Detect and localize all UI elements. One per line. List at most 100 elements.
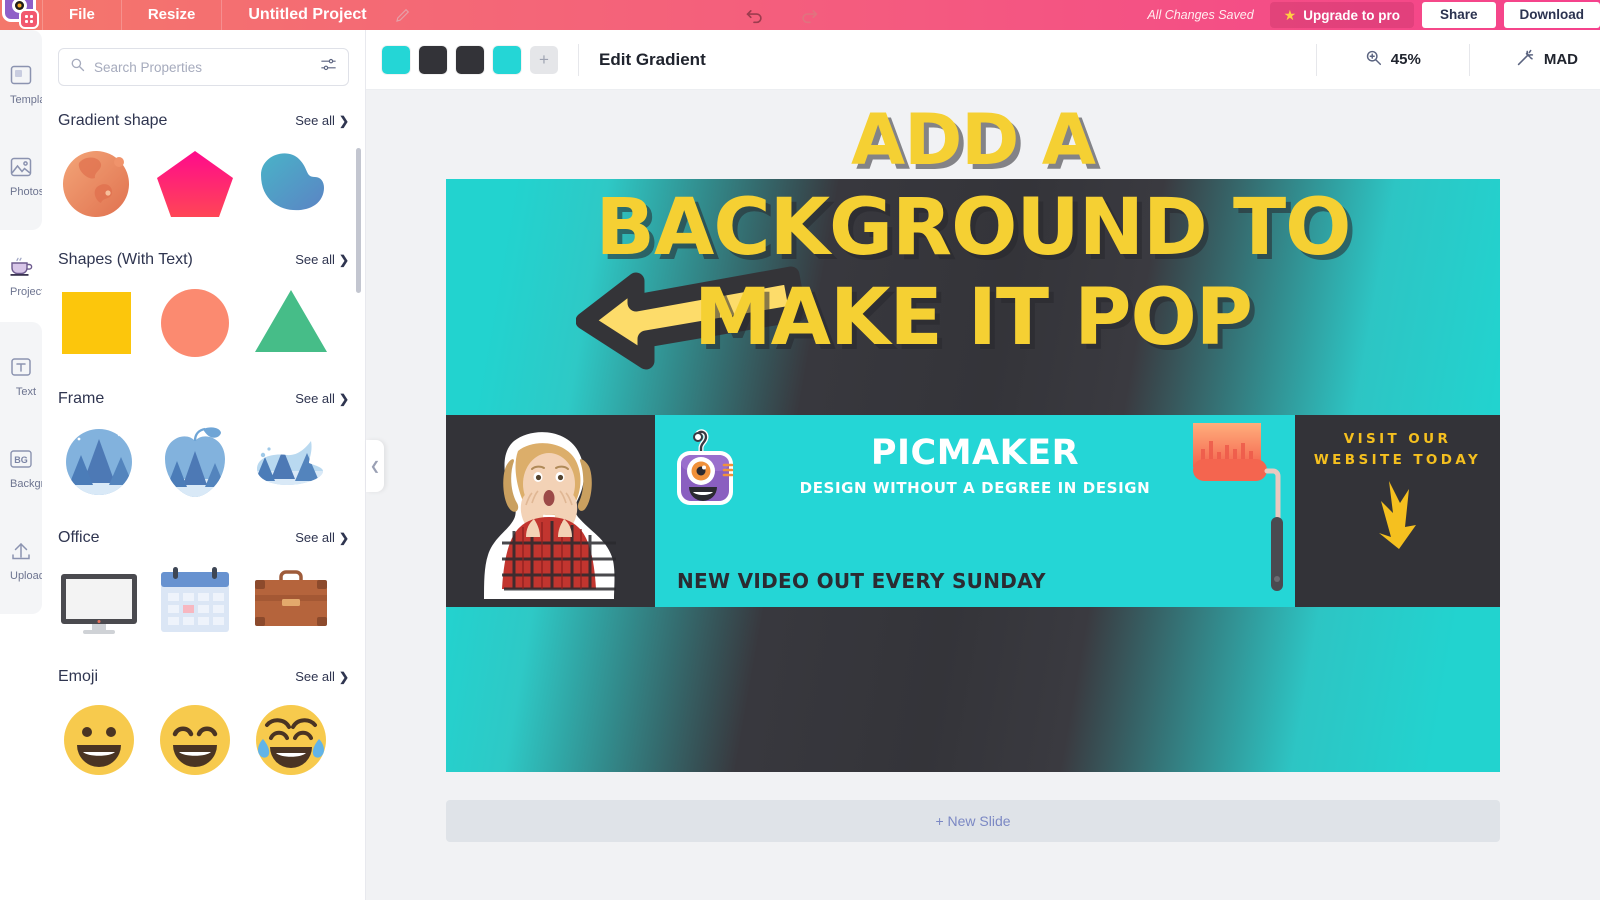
picmaker-editor-app: File Resize Untitled Project All Changes… <box>0 0 1600 900</box>
rail-item-projects[interactable]: Projects <box>0 230 42 322</box>
section-header: Shapes (With Text) See all ❯ <box>58 251 349 269</box>
chevron-right-icon: ❯ <box>338 113 349 128</box>
save-status: All Changes Saved <box>1147 8 1254 22</box>
coffee-cup-icon <box>8 255 34 279</box>
thumb-office-briefcase[interactable] <box>250 560 332 642</box>
banner-cta-panel: VISIT OUR WEBSITE TODAY <box>1295 415 1500 607</box>
see-all-label: See all <box>295 669 335 684</box>
rail-item-photos[interactable]: Photos <box>0 130 42 222</box>
rail-label-upload: Upload <box>10 569 42 582</box>
pencil-icon[interactable] <box>389 0 417 30</box>
thumb-grid <box>58 699 349 781</box>
thumb-gradient-blob-orange[interactable] <box>58 143 140 225</box>
magic-design-control[interactable]: MAD <box>1490 41 1600 79</box>
star-icon: ★ <box>1283 7 1297 23</box>
upgrade-to-pro-button[interactable]: ★ Upgrade to pro <box>1269 2 1414 28</box>
thumb-frame-whale-forest[interactable] <box>250 421 332 503</box>
section-header: Emoji See all ❯ <box>58 668 349 686</box>
rail-item-text[interactable]: Text <box>0 330 42 422</box>
rail-item-templates[interactable]: Templates <box>0 38 42 130</box>
thumb-shape-circle-salmon[interactable] <box>154 282 236 364</box>
gradient-swatch-3[interactable] <box>456 45 484 74</box>
gradient-swatch-2[interactable] <box>419 45 447 74</box>
thumb-emoji-smiling-eyes[interactable] <box>154 699 236 781</box>
section-frame: Frame See all ❯ <box>42 390 365 503</box>
editor-area: + Edit Gradient 45% MAD Slide 1 PICMAKER… <box>366 30 1600 900</box>
zoom-control[interactable]: 45% <box>1337 41 1449 79</box>
gradient-swatch-1[interactable] <box>382 45 410 74</box>
slide-label: Slide 1 <box>446 152 490 168</box>
project-title[interactable]: Untitled Project <box>222 0 388 30</box>
slide-canvas[interactable]: PICMAKER DESIGN WITHOUT A DEGREE IN DESI… <box>446 179 1500 772</box>
see-all-emoji[interactable]: See all ❯ <box>295 669 349 684</box>
chevron-left-icon: ❮ <box>369 459 381 473</box>
banner-main-panel: PICMAKER DESIGN WITHOUT A DEGREE IN DESI… <box>655 415 1295 607</box>
toolbar-divider <box>578 43 579 76</box>
thumb-gradient-pentagon-pink[interactable] <box>154 143 236 225</box>
add-slide[interactable] <box>1470 145 1500 175</box>
magic-design-label: MAD <box>1543 51 1578 68</box>
properties-panel: Search Properties Gradient shape See all… <box>42 30 366 900</box>
upgrade-label: Upgrade to pro <box>1303 7 1400 23</box>
rail-label-text: Text <box>15 385 37 398</box>
slide-header: Slide 1 <box>446 145 1500 175</box>
section-shapes-with-text: Shapes (With Text) See all ❯ <box>42 251 365 364</box>
thumb-frame-apple-forest[interactable] <box>154 421 236 503</box>
thumb-office-calendar[interactable] <box>154 560 236 642</box>
see-all-label: See all <box>295 113 335 128</box>
magnifier-plus-icon <box>1365 49 1382 71</box>
menu-file[interactable]: File <box>43 0 121 30</box>
move-slide-up[interactable] <box>1380 145 1410 175</box>
thumb-gradient-blob-blue[interactable] <box>250 143 332 225</box>
logo-badge-shape <box>19 9 39 29</box>
share-button[interactable]: Share <box>1421 2 1496 28</box>
chevron-right-icon: ❯ <box>338 252 349 267</box>
picmaker-logo-icon[interactable] <box>0 0 42 30</box>
text-t-icon <box>8 355 34 379</box>
top-toolbar: File Resize Untitled Project All Changes… <box>0 0 1600 30</box>
collapse-panel-handle[interactable]: ❮ <box>366 440 384 492</box>
thumb-shape-triangle-green[interactable] <box>250 282 332 364</box>
rail-label-photos: Photos <box>10 185 42 198</box>
toolbar-divider <box>1468 43 1470 76</box>
duplicate-slide[interactable] <box>1440 145 1470 175</box>
sliders-filter-icon[interactable] <box>320 57 337 77</box>
undo-redo-group <box>741 2 823 28</box>
banner-subtitle: NEW VIDEO OUT EVERY SUNDAY <box>677 569 1046 593</box>
undo-arrow-icon[interactable] <box>741 2 767 28</box>
rail-label-projects: Projects <box>10 285 42 298</box>
thumb-emoji-tears-of-joy[interactable] <box>250 699 332 781</box>
redo-arrow-icon[interactable] <box>797 2 823 28</box>
download-button[interactable]: Download <box>1503 2 1600 28</box>
rail-item-upload[interactable]: Upload <box>0 514 42 606</box>
see-all-label: See all <box>295 530 335 545</box>
thumb-grid <box>58 143 349 225</box>
surprised-woman-photo <box>474 427 624 607</box>
section-title: Office <box>58 529 100 546</box>
rail-group-three: Text BG Background Upload <box>0 322 42 614</box>
thumb-grid <box>58 421 349 503</box>
search-input[interactable]: Search Properties <box>58 48 349 86</box>
chevron-right-icon: ❯ <box>338 530 349 545</box>
rail-group-one: Templates Photos <box>0 30 42 230</box>
thumb-shape-square-yellow[interactable] <box>58 282 140 364</box>
photos-icon <box>8 155 34 179</box>
thumb-frame-circle-forest[interactable] <box>58 421 140 503</box>
move-slide-down[interactable] <box>1410 145 1440 175</box>
see-all-office[interactable]: See all ❯ <box>295 530 349 545</box>
gradient-swatch-4[interactable] <box>493 45 521 74</box>
see-all-frame[interactable]: See all ❯ <box>295 391 349 406</box>
rail-item-background[interactable]: BG Background <box>0 422 42 514</box>
section-title: Shapes (With Text) <box>58 251 193 268</box>
thumb-office-monitor[interactable] <box>58 560 140 642</box>
menu-resize[interactable]: Resize <box>122 0 222 30</box>
new-slide-button[interactable]: + New Slide <box>446 800 1500 842</box>
see-all-gradient-shape[interactable]: See all ❯ <box>295 113 349 128</box>
big-yellow-left-arrow-icon[interactable] <box>575 259 807 384</box>
add-gradient-stop-button[interactable]: + <box>530 45 558 74</box>
section-title: Frame <box>58 390 105 407</box>
thumb-emoji-grinning[interactable] <box>58 699 140 781</box>
section-header: Gradient shape See all ❯ <box>58 112 349 130</box>
properties-scrollbar[interactable] <box>356 148 361 293</box>
see-all-shapes-with-text[interactable]: See all ❯ <box>295 252 349 267</box>
